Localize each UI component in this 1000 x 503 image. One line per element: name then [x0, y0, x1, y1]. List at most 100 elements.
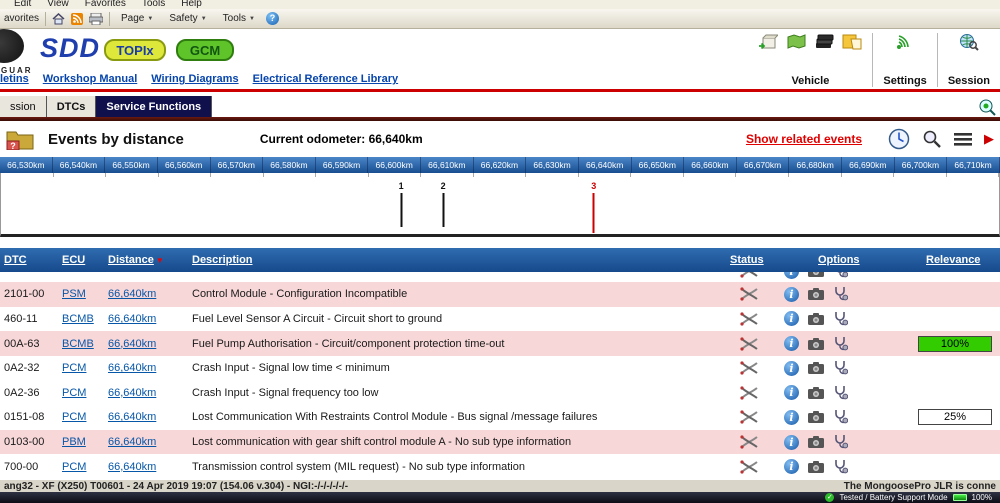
repair-status-icon[interactable]: [740, 287, 759, 301]
ecu-link[interactable]: PBM: [62, 436, 86, 448]
stethoscope-icon[interactable]: [833, 409, 848, 425]
stack-icon[interactable]: [814, 33, 834, 51]
table-row[interactable]: 0A2-32 PCM 66,640km Crash Input - Signal…: [0, 356, 1000, 381]
event-marker[interactable]: 2: [441, 181, 446, 227]
distance-link[interactable]: 66,640km: [108, 411, 156, 423]
column-description[interactable]: Description: [186, 254, 720, 266]
repair-status-icon[interactable]: [740, 460, 759, 474]
repair-status-icon[interactable]: [740, 337, 759, 351]
column-relevance[interactable]: Relevance: [918, 254, 1000, 266]
distance-link[interactable]: 66,640km: [108, 436, 156, 448]
table-row[interactable]: 0103-00 PBM 66,640km Lost communication …: [0, 430, 1000, 455]
screen-tool-icon[interactable]: [978, 98, 996, 116]
tools-menu[interactable]: Tools▼: [218, 13, 260, 24]
table-row[interactable]: 2101-00 PSM 66,640km Control Module - Co…: [0, 282, 1000, 307]
folder-help-icon[interactable]: ?: [6, 128, 34, 150]
column-distance[interactable]: Distance: [108, 254, 154, 266]
info-icon[interactable]: i: [784, 410, 799, 425]
camera-icon[interactable]: [808, 436, 824, 448]
list-view-icon[interactable]: [954, 132, 972, 146]
info-icon[interactable]: i: [784, 336, 799, 351]
tab-service-functions[interactable]: Service Functions: [96, 96, 212, 117]
globe-search-icon[interactable]: [959, 33, 979, 51]
feed-icon[interactable]: [71, 13, 83, 25]
event-marker[interactable]: 1: [399, 181, 404, 227]
ecu-link[interactable]: PCM: [62, 387, 86, 399]
scroll-right-icon[interactable]: ▶: [984, 131, 994, 147]
ecu-link[interactable]: BCMB: [62, 338, 94, 350]
print-icon[interactable]: [89, 13, 103, 25]
ecu-link[interactable]: PSM: [62, 288, 86, 300]
stethoscope-icon[interactable]: [833, 459, 848, 475]
table-row[interactable]: 0151-08 PCM 66,640km Lost Communication …: [0, 405, 1000, 430]
info-icon[interactable]: i: [784, 361, 799, 376]
menu-item[interactable]: View: [47, 0, 69, 9]
camera-icon[interactable]: [808, 313, 824, 325]
distance-link[interactable]: 66,640km: [108, 313, 156, 325]
show-related-events-link[interactable]: Show related events: [746, 132, 862, 146]
stethoscope-icon[interactable]: [833, 286, 848, 302]
camera-icon[interactable]: [808, 411, 824, 423]
stethoscope-icon[interactable]: [833, 360, 848, 376]
ecu-link[interactable]: BCMB: [62, 313, 94, 325]
safety-menu[interactable]: Safety▼: [164, 13, 211, 24]
repair-status-icon[interactable]: [740, 312, 759, 326]
camera-icon[interactable]: [808, 272, 824, 277]
menu-item[interactable]: Tools: [142, 0, 165, 9]
camera-icon[interactable]: [808, 461, 824, 473]
repair-status-icon[interactable]: [740, 410, 759, 424]
battery-mode-text[interactable]: Tested / Battery Support Mode: [839, 493, 947, 502]
repair-status-icon[interactable]: [740, 361, 759, 375]
favorites-label[interactable]: avorites: [4, 13, 39, 24]
topix-button[interactable]: TOPIx: [104, 39, 166, 61]
info-icon[interactable]: i: [784, 272, 799, 279]
table-row[interactable]: 460-11 BCMB 66,640km Fuel Level Sensor A…: [0, 307, 1000, 332]
distance-link[interactable]: 66,640km: [108, 362, 156, 374]
stethoscope-icon[interactable]: [833, 385, 848, 401]
package-icon[interactable]: [758, 33, 778, 51]
camera-icon[interactable]: [808, 387, 824, 399]
stethoscope-icon[interactable]: [833, 272, 848, 279]
page-menu[interactable]: Page▼: [116, 13, 158, 24]
menu-item[interactable]: Favorites: [85, 0, 126, 9]
info-icon[interactable]: i: [784, 311, 799, 326]
signal-icon[interactable]: [895, 33, 915, 51]
clock-icon[interactable]: [888, 128, 910, 150]
repair-status-icon[interactable]: [740, 435, 759, 449]
distance-link[interactable]: 66,640km: [108, 461, 156, 473]
column-dtc[interactable]: DTC: [0, 254, 62, 266]
link-bulletins[interactable]: letins: [0, 73, 29, 85]
info-icon[interactable]: i: [784, 287, 799, 302]
table-row[interactable]: i: [0, 272, 1000, 282]
ecu-link[interactable]: PCM: [62, 461, 86, 473]
stethoscope-icon[interactable]: [833, 434, 848, 450]
repair-status-icon[interactable]: [740, 386, 759, 400]
stethoscope-icon[interactable]: [833, 336, 848, 352]
tab-session[interactable]: ssion: [0, 96, 47, 117]
camera-icon[interactable]: [808, 288, 824, 300]
search-icon[interactable]: [922, 129, 942, 149]
column-options[interactable]: Options: [778, 254, 918, 266]
camera-icon[interactable]: [808, 338, 824, 350]
link-wiring-diagrams[interactable]: Wiring Diagrams: [151, 73, 238, 85]
help-icon[interactable]: ?: [266, 12, 279, 25]
distance-link[interactable]: 66,640km: [108, 288, 156, 300]
menu-item[interactable]: Help: [181, 0, 202, 9]
ecu-link[interactable]: PCM: [62, 411, 86, 423]
link-workshop-manual[interactable]: Workshop Manual: [43, 73, 138, 85]
stethoscope-icon[interactable]: [833, 311, 848, 327]
session-label[interactable]: Session: [948, 75, 990, 87]
distance-link[interactable]: 66,640km: [108, 338, 156, 350]
table-row[interactable]: 00A-63 BCMB 66,640km Fuel Pump Authorisa…: [0, 331, 1000, 356]
gcm-button[interactable]: GCM: [176, 39, 234, 61]
event-marker[interactable]: 3: [591, 181, 596, 233]
menu-item[interactable]: Edit: [14, 0, 31, 9]
column-status[interactable]: Status: [720, 254, 778, 266]
settings-label[interactable]: Settings: [883, 75, 926, 87]
repair-status-icon[interactable]: [740, 272, 759, 278]
camera-icon[interactable]: [808, 362, 824, 374]
info-icon[interactable]: i: [784, 435, 799, 450]
ecu-link[interactable]: PCM: [62, 362, 86, 374]
note-icon[interactable]: [842, 33, 862, 51]
info-icon[interactable]: i: [784, 385, 799, 400]
